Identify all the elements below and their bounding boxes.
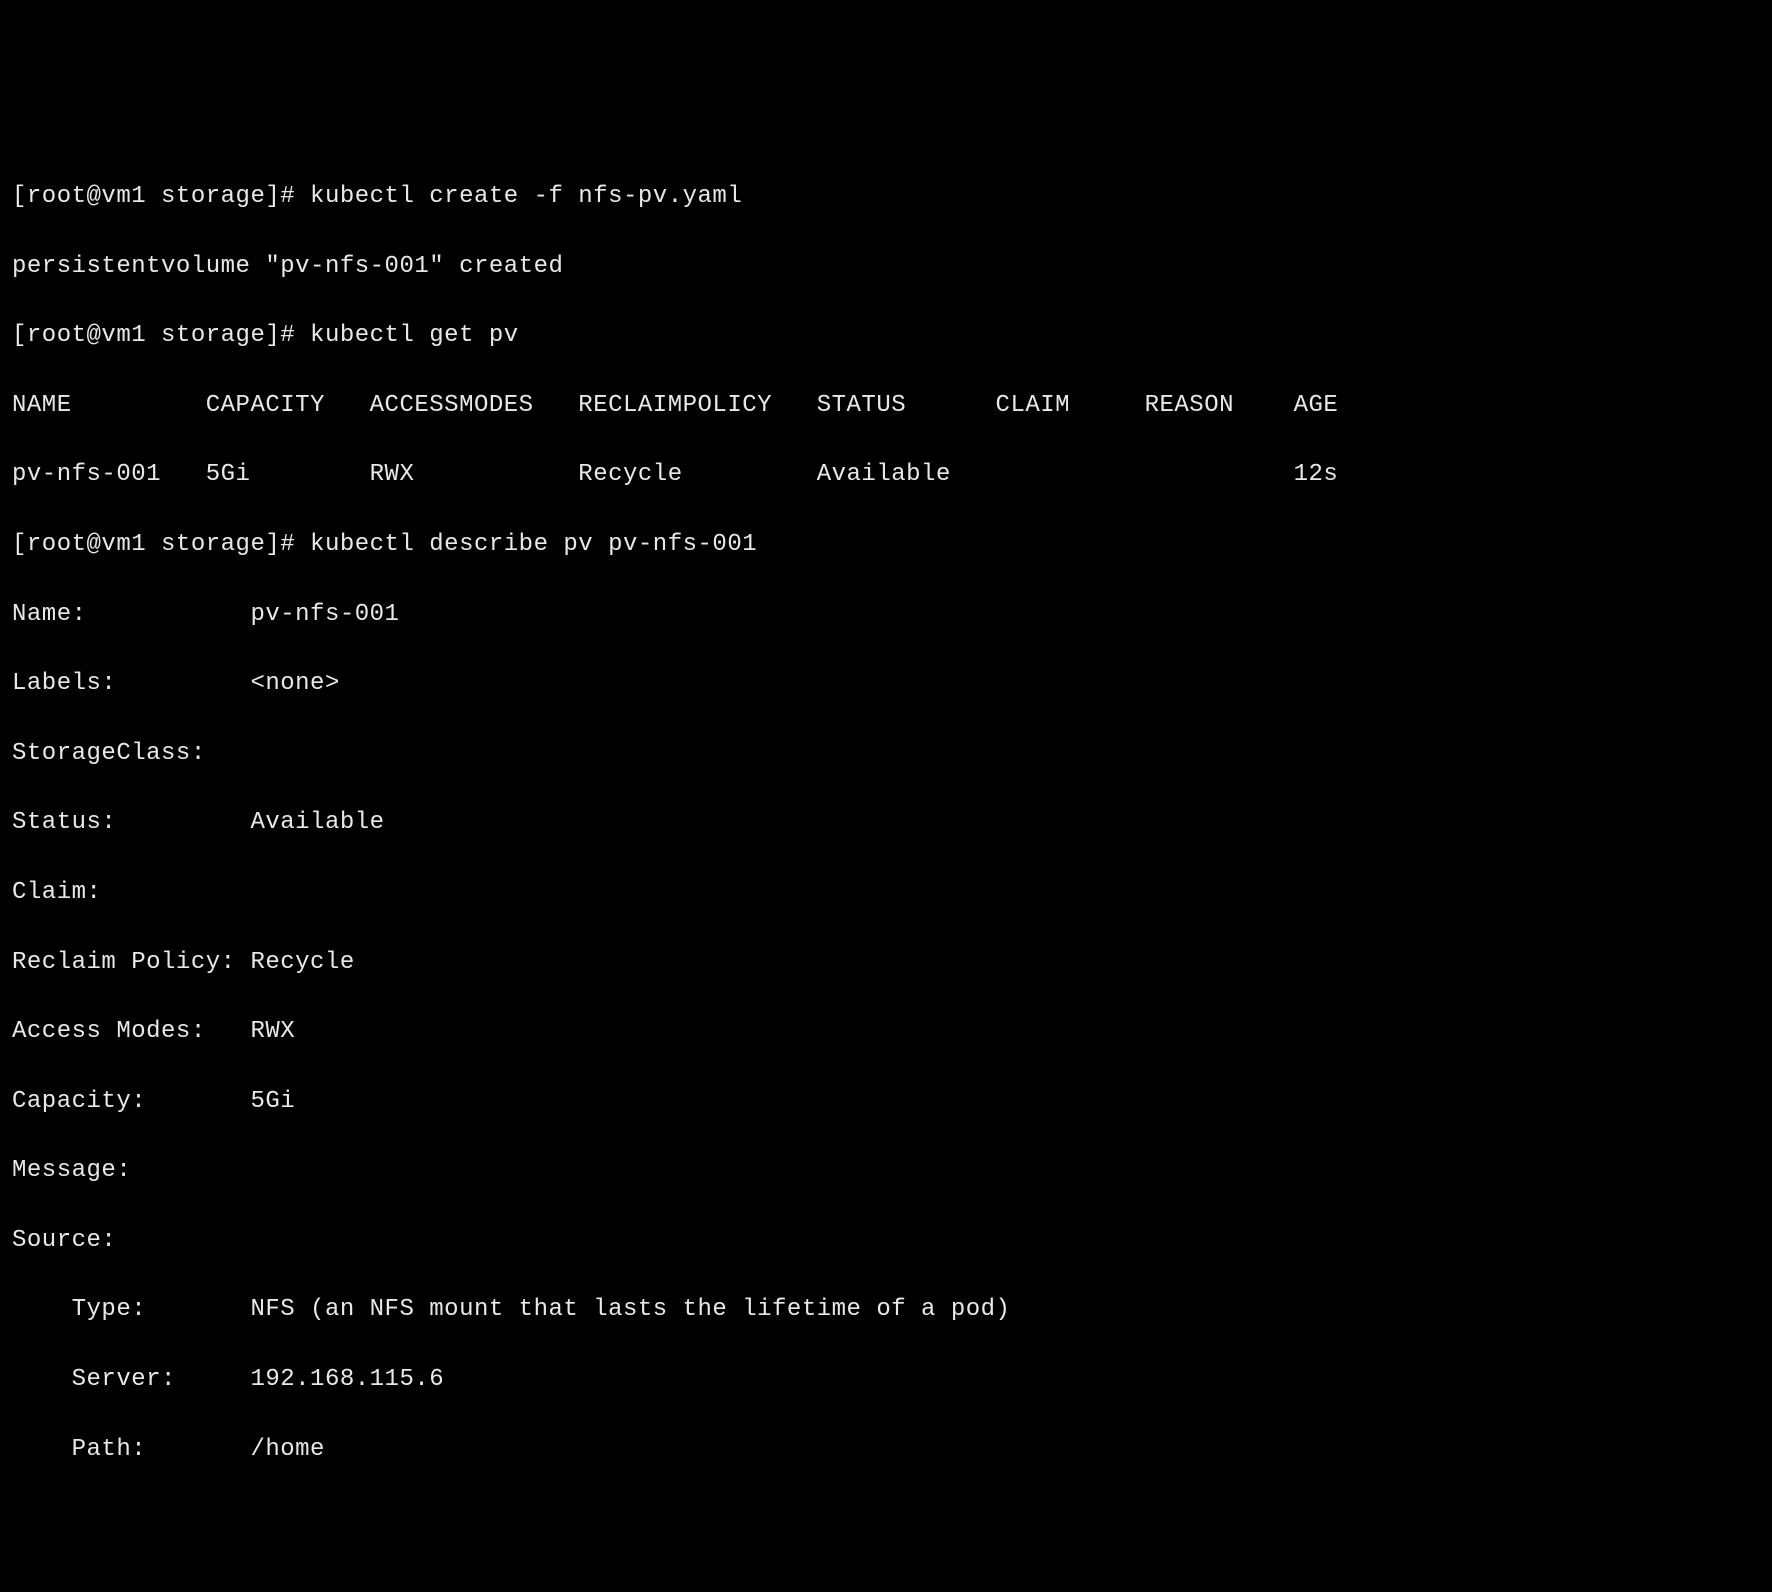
terminal-line: pv-nfs-001 5Gi RWX Recycle Available 12s (12, 458, 1760, 493)
terminal-line: NAME CAPACITY ACCESSMODES RECLAIMPOLICY … (12, 389, 1760, 424)
terminal-line: Name: pv-nfs-001 (12, 598, 1760, 633)
terminal-line: StorageClass: (12, 737, 1760, 772)
terminal-line: Message: (12, 1154, 1760, 1189)
terminal-line: Labels: <none> (12, 667, 1760, 702)
terminal-line: [root@vm1 storage]# kubectl create -f nf… (12, 180, 1760, 215)
terminal-line: [root@vm1 storage]# kubectl describe pv … (12, 528, 1760, 563)
terminal-output[interactable]: [root@vm1 storage]# kubectl create -f nf… (12, 145, 1760, 1502)
terminal-line: Path: /home (12, 1433, 1760, 1468)
terminal-line: [root@vm1 storage]# kubectl get pv (12, 319, 1760, 354)
terminal-line: Claim: (12, 876, 1760, 911)
terminal-line: Status: Available (12, 806, 1760, 841)
terminal-line: Capacity: 5Gi (12, 1085, 1760, 1120)
terminal-line: Reclaim Policy: Recycle (12, 946, 1760, 981)
terminal-line: Source: (12, 1224, 1760, 1259)
terminal-line: Server: 192.168.115.6 (12, 1363, 1760, 1398)
terminal-line: Access Modes: RWX (12, 1015, 1760, 1050)
terminal-line: persistentvolume "pv-nfs-001" created (12, 250, 1760, 285)
terminal-line: Type: NFS (an NFS mount that lasts the l… (12, 1293, 1760, 1328)
